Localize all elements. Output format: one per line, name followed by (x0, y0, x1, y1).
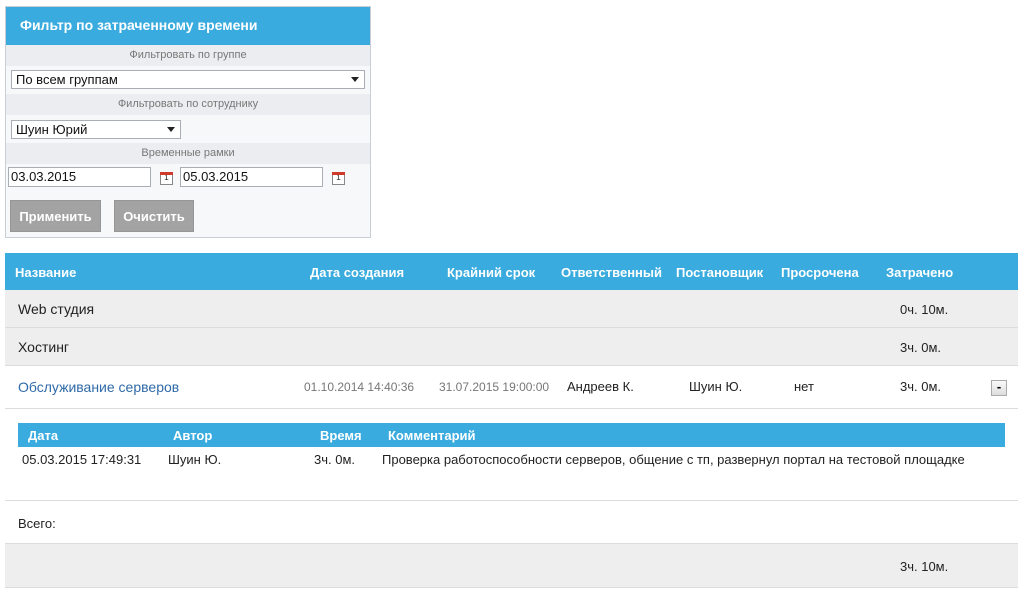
col-responsible-header: Ответственный (561, 265, 662, 280)
col-overdue-header: Просрочена (781, 265, 859, 280)
log-col-comment-header: Комментарий (388, 428, 476, 443)
col-creator-header: Постановщик (676, 265, 764, 280)
employee-filter-row: Шуин Юрий (6, 115, 370, 143)
group-name: Web студия (18, 301, 95, 317)
chevron-down-icon (167, 127, 175, 132)
time-report-table: Название Дата создания Крайний срок Отве… (5, 253, 1018, 588)
timeframe-row: 03.03.2015 1 05.03.2015 1 (6, 164, 370, 194)
log-author: Шуин Ю. (168, 452, 222, 467)
time-filter-panel: Фильтр по затраченному времени Фильтрова… (5, 6, 371, 238)
total-value-row: 3ч. 10м. (5, 544, 1018, 588)
group-name: Хостинг (18, 339, 70, 355)
group-filter-row: По всем группам (6, 66, 370, 94)
task-created-date: 01.10.2014 14:40:36 (304, 380, 415, 394)
task-responsible: Андреев К. (567, 379, 634, 394)
task-link[interactable]: Обслуживание серверов (18, 379, 179, 395)
date-from-input[interactable]: 03.03.2015 (8, 167, 151, 187)
group-select-value: По всем группам (16, 72, 118, 87)
filter-title: Фильтр по затраченному времени (6, 7, 370, 45)
log-comment: Проверка работоспособности серверов, общ… (382, 452, 965, 467)
collapse-button[interactable]: - (991, 380, 1007, 396)
col-spent-header: Затрачено (886, 265, 954, 280)
calendar-to-icon[interactable]: 1 (332, 172, 345, 185)
log-time: 3ч. 0м. (314, 452, 356, 467)
clear-button[interactable]: Очистить (114, 200, 194, 232)
calendar-from-icon[interactable]: 1 (160, 172, 173, 185)
log-col-time-header: Время (320, 428, 362, 443)
timeframe-label: Временные рамки (6, 143, 370, 164)
task-time-log: Дата Автор Время Комментарий 05.03.2015 … (5, 409, 1018, 501)
table-row: Web студия 0ч. 10м. (5, 290, 1018, 328)
report-header-row: Название Дата создания Крайний срок Отве… (5, 253, 1018, 290)
total-label: Всего: (18, 516, 56, 531)
employee-filter-label: Фильтровать по сотруднику (6, 94, 370, 115)
time-log-row: 05.03.2015 17:49:31 Шуин Ю. 3ч. 0м. Пров… (18, 447, 1005, 473)
employee-select[interactable]: Шуин Юрий (11, 120, 181, 139)
task-overdue: нет (794, 379, 814, 394)
group-spent: 3ч. 0м. (900, 340, 942, 355)
col-created-header: Дата создания (310, 265, 405, 280)
table-row: Хостинг 3ч. 0м. (5, 328, 1018, 366)
col-name-header: Название (15, 265, 77, 280)
time-log-header: Дата Автор Время Комментарий (18, 423, 1005, 447)
log-col-date-header: Дата (28, 428, 59, 443)
group-spent: 0ч. 10м. (900, 302, 949, 317)
group-filter-label: Фильтровать по группе (6, 45, 370, 66)
total-label-row: Всего: (5, 501, 1018, 544)
log-col-author-header: Автор (173, 428, 213, 443)
group-select[interactable]: По всем группам (11, 70, 365, 89)
task-row: Обслуживание серверов 01.10.2014 14:40:3… (5, 366, 1018, 409)
task-deadline-date: 31.07.2015 19:00:00 (439, 380, 550, 394)
task-creator: Шуин Ю. (689, 379, 743, 394)
date-to-input[interactable]: 05.03.2015 (180, 167, 323, 187)
log-date: 05.03.2015 17:49:31 (22, 452, 142, 467)
apply-button[interactable]: Применить (10, 200, 101, 232)
employee-select-value: Шуин Юрий (16, 122, 88, 137)
chevron-down-icon (351, 77, 359, 82)
total-value: 3ч. 10м. (900, 559, 949, 574)
col-deadline-header: Крайний срок (447, 265, 536, 280)
task-spent: 3ч. 0м. (900, 379, 942, 394)
